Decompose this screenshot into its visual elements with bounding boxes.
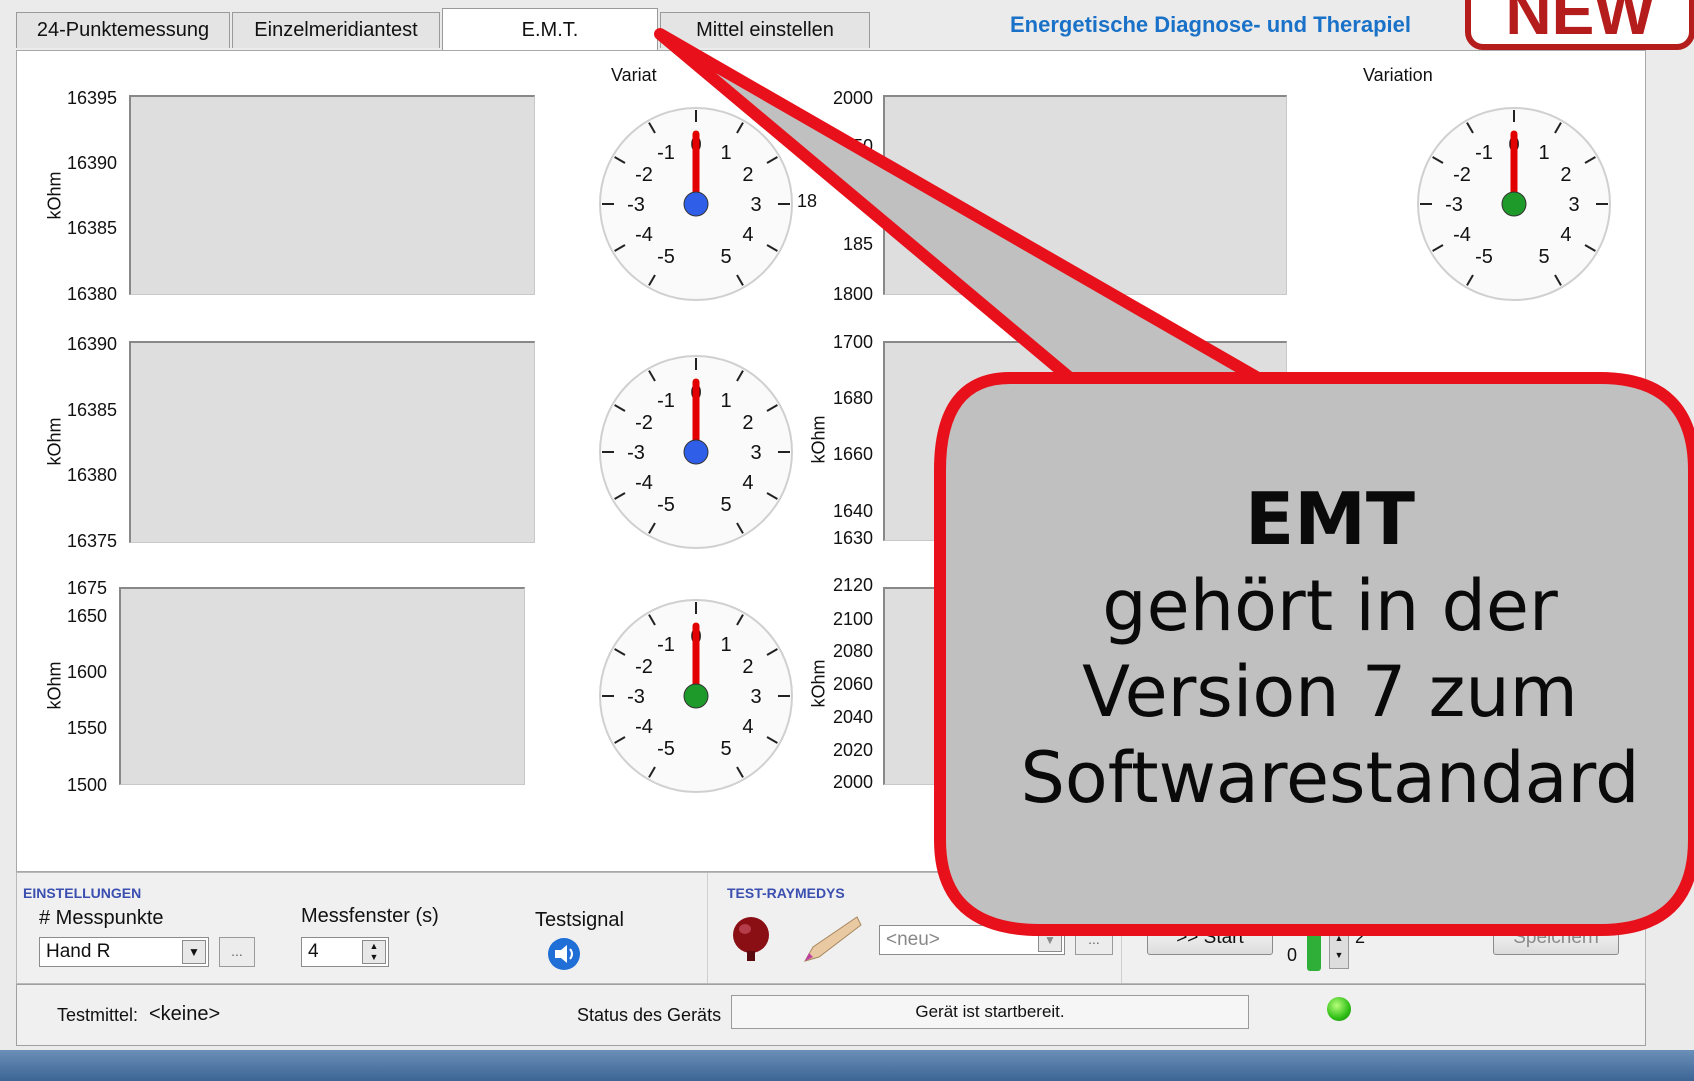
callout-line-1: gehört in der — [1102, 565, 1558, 647]
callout-heading: EMT — [1245, 477, 1415, 561]
callout-line-2: Version 7 zum — [1082, 651, 1578, 733]
callout-text: EMT gehört in der Version 7 zum Software… — [990, 475, 1670, 821]
callout-line-3: Softwarestandard — [1020, 737, 1640, 819]
